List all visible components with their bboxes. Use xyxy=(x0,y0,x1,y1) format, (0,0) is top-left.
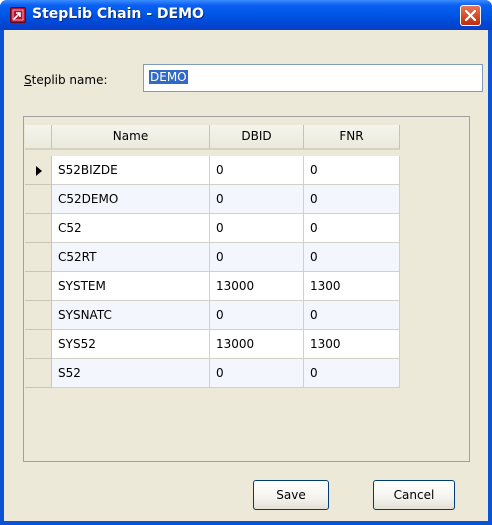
cell-name[interactable]: SYSNATC xyxy=(52,301,210,330)
steplib-name-value: DEMO xyxy=(149,70,188,84)
cell-fnr[interactable]: 0 xyxy=(304,243,400,272)
save-button[interactable]: Save xyxy=(253,480,329,510)
cell-dbid[interactable]: 0 xyxy=(210,156,304,185)
column-header-fnr[interactable]: FNR xyxy=(304,125,400,150)
cell-fnr[interactable]: 0 xyxy=(304,156,400,185)
close-button[interactable] xyxy=(460,5,481,26)
steplib-name-mnemonic: S xyxy=(24,73,32,87)
cell-name[interactable]: SYSTEM xyxy=(52,272,210,301)
row-header[interactable] xyxy=(25,272,52,301)
row-header[interactable] xyxy=(25,185,52,214)
cell-fnr[interactable]: 0 xyxy=(304,185,400,214)
cell-fnr[interactable]: 0 xyxy=(304,214,400,243)
cell-dbid[interactable]: 0 xyxy=(210,301,304,330)
cell-name[interactable]: C52DEMO xyxy=(52,185,210,214)
cell-dbid[interactable]: 13000 xyxy=(210,330,304,359)
row-header[interactable] xyxy=(25,214,52,243)
cell-fnr[interactable]: 1300 xyxy=(304,330,400,359)
steplib-name-input[interactable]: DEMO xyxy=(143,64,483,92)
arrow-right-icon xyxy=(36,166,42,176)
cell-dbid[interactable]: 0 xyxy=(210,243,304,272)
grid-corner-header xyxy=(25,125,52,150)
cell-fnr[interactable]: 0 xyxy=(304,359,400,388)
cell-name[interactable]: C52RT xyxy=(52,243,210,272)
window-title: StepLib Chain - DEMO xyxy=(32,6,204,22)
row-header[interactable] xyxy=(25,301,52,330)
steplib-name-label: Steplib name: xyxy=(24,73,108,87)
cell-name[interactable]: C52 xyxy=(52,214,210,243)
cell-fnr[interactable]: 1300 xyxy=(304,272,400,301)
cell-dbid[interactable]: 13000 xyxy=(210,272,304,301)
cell-name[interactable]: S52 xyxy=(52,359,210,388)
row-header[interactable] xyxy=(25,330,52,359)
steplib-name-label-text: teplib name: xyxy=(31,73,108,87)
title-bar[interactable]: StepLib Chain - DEMO xyxy=(0,0,492,30)
cell-dbid[interactable]: 0 xyxy=(210,359,304,388)
app-icon xyxy=(10,7,26,23)
row-header[interactable] xyxy=(25,156,52,185)
cell-dbid[interactable]: 0 xyxy=(210,185,304,214)
column-header-name[interactable]: Name xyxy=(52,125,210,150)
cancel-button[interactable]: Cancel xyxy=(373,480,455,510)
cell-name[interactable]: SYS52 xyxy=(52,330,210,359)
close-icon xyxy=(465,10,476,21)
cell-fnr[interactable]: 0 xyxy=(304,301,400,330)
cell-name[interactable]: S52BIZDE xyxy=(52,156,210,185)
column-header-dbid[interactable]: DBID xyxy=(210,125,304,150)
cell-dbid[interactable]: 0 xyxy=(210,214,304,243)
row-header[interactable] xyxy=(25,359,52,388)
row-header[interactable] xyxy=(25,243,52,272)
